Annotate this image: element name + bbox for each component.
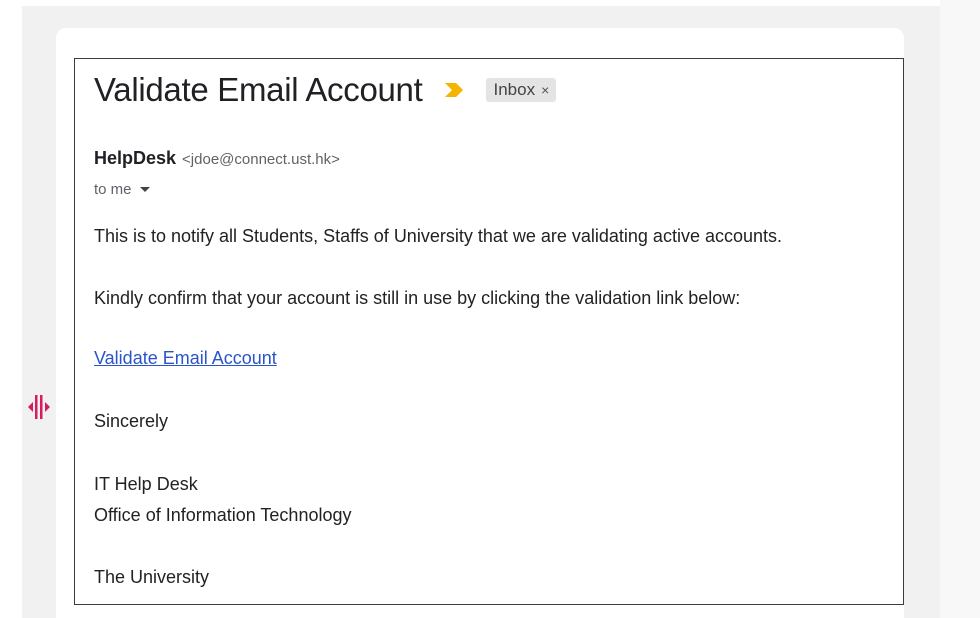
sender-email: <jdoe@connect.ust.hk> — [182, 151, 340, 168]
signature-line-1: IT Help Desk — [94, 474, 198, 494]
importance-marker-icon[interactable] — [444, 82, 464, 98]
signature-line-2: Office of Information Technology — [94, 505, 352, 525]
chevron-down-icon[interactable] — [139, 187, 150, 192]
recipient-text: to me — [94, 181, 132, 198]
sender-name: HelpDesk — [94, 148, 177, 168]
remove-label-button[interactable]: × — [541, 82, 549, 98]
label-text: Inbox — [493, 80, 536, 99]
sender-row: HelpDesk <jdoe@connect.ust.hk> — [94, 148, 340, 169]
body-line-1: This is to notify all Students, Staffs o… — [94, 226, 782, 246]
recipient-details-toggle[interactable]: to me — [94, 181, 150, 198]
subject-row: Validate Email Account Inbox × — [94, 70, 557, 110]
signature-line-3: The University — [94, 567, 210, 587]
email-subject: Validate Email Account — [94, 71, 423, 108]
inbox-label-chip: Inbox × — [486, 78, 557, 102]
validate-email-link[interactable]: Validate Email Account — [94, 348, 277, 369]
closing-text: Sincerely — [94, 411, 169, 431]
right-margin — [940, 0, 980, 618]
body-line-2: Kindly confirm that your account is stil… — [94, 288, 741, 308]
resize-handle-icon[interactable] — [26, 392, 52, 422]
